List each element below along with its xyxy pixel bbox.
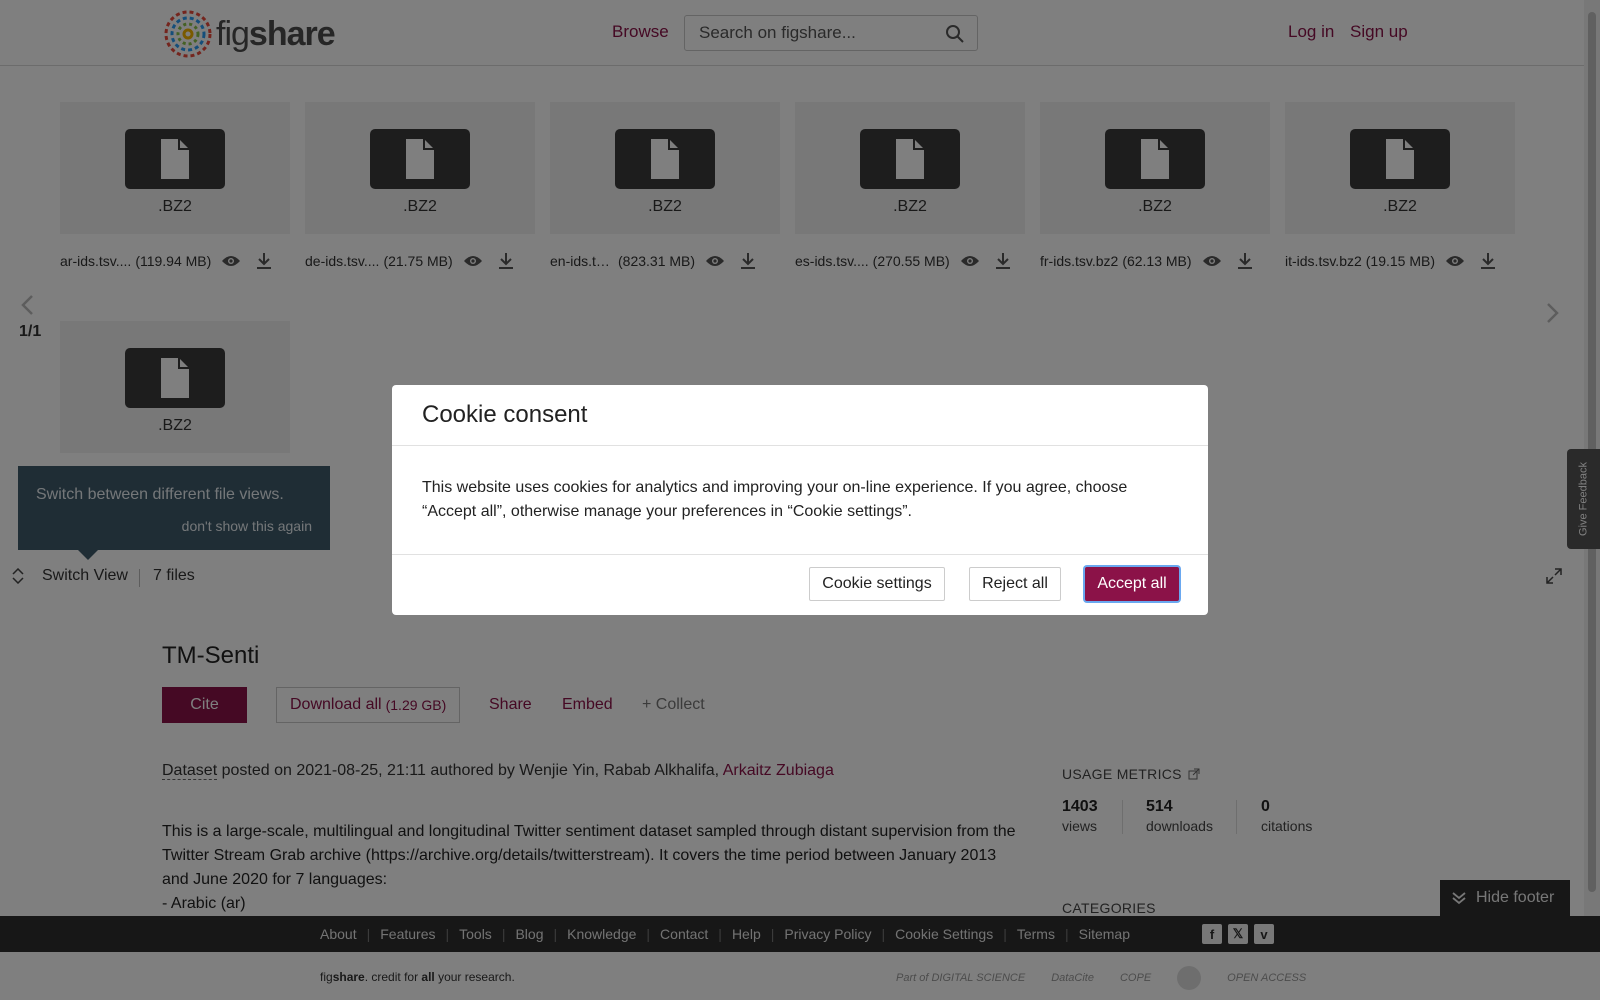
reject-all-button[interactable]: Reject all: [969, 567, 1061, 601]
cookie-settings-button[interactable]: Cookie settings: [809, 567, 945, 601]
cookie-dialog-body: This website uses cookies for analytics …: [422, 479, 1128, 520]
cookie-dialog-title: Cookie consent: [422, 401, 588, 428]
divider: [392, 445, 1208, 446]
cookie-consent-dialog: Cookie consent This website uses cookies…: [392, 385, 1208, 615]
accept-all-button[interactable]: Accept all: [1085, 567, 1179, 601]
divider: [392, 554, 1208, 555]
